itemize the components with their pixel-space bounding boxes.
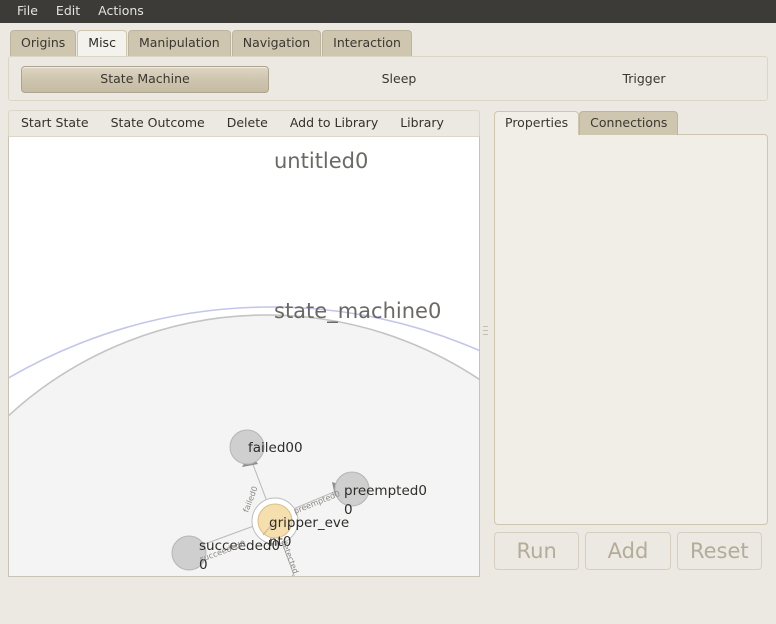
properties-pane: Properties Connections Run Add Reset — [490, 110, 768, 577]
content-area: State Machine Sleep Trigger Start State … — [0, 56, 776, 624]
editor-split: Start State State Outcome Delete Add to … — [8, 110, 768, 577]
menu-bar: File Edit Actions — [0, 0, 776, 23]
add-to-library-button[interactable]: Add to Library — [290, 117, 378, 130]
main-tab-strip: Origins Misc Manipulation Navigation Int… — [0, 23, 776, 55]
state-type-selector: State Machine Sleep Trigger — [8, 56, 768, 101]
type-button-sleep[interactable]: Sleep — [309, 66, 489, 93]
tab-properties[interactable]: Properties — [494, 111, 579, 135]
type-button-state-machine[interactable]: State Machine — [21, 66, 269, 93]
state-machine-graph[interactable]: untitled0 state_machine0 failed00 preemp… — [9, 137, 479, 577]
reset-button[interactable]: Reset — [677, 532, 762, 570]
delete-button[interactable]: Delete — [227, 117, 268, 130]
inner-state-label: state_machine0 — [274, 299, 441, 324]
state-outcome-button[interactable]: State Outcome — [111, 117, 205, 130]
run-button[interactable]: Run — [494, 532, 579, 570]
state-machine-editor-pane: Start State State Outcome Delete Add to … — [8, 110, 480, 577]
tab-manipulation[interactable]: Manipulation — [128, 30, 231, 56]
editor-toolbar: Start State State Outcome Delete Add to … — [8, 110, 480, 136]
state-machine-canvas[interactable]: untitled0 state_machine0 failed00 preemp… — [8, 136, 480, 577]
splitter-grip-icon[interactable] — [483, 326, 488, 335]
tab-origins[interactable]: Origins — [10, 30, 76, 56]
node-label-preempted0: preempted0 — [344, 483, 427, 499]
properties-content[interactable] — [494, 134, 768, 525]
pane-splitter[interactable] — [480, 110, 490, 577]
menu-item-edit[interactable]: Edit — [47, 2, 89, 21]
add-button[interactable]: Add — [585, 532, 670, 570]
type-button-trigger[interactable]: Trigger — [554, 66, 734, 93]
tab-navigation[interactable]: Navigation — [232, 30, 321, 56]
library-button[interactable]: Library — [400, 117, 444, 130]
action-button-row: Run Add Reset — [490, 525, 768, 577]
outer-state-label: untitled0 — [274, 149, 368, 173]
tab-interaction[interactable]: Interaction — [322, 30, 412, 56]
node-label-failed0: failed00 — [248, 440, 303, 456]
properties-tab-strip: Properties Connections — [490, 110, 768, 134]
menu-item-file[interactable]: File — [8, 2, 47, 21]
menu-item-actions[interactable]: Actions — [89, 2, 153, 21]
tab-connections[interactable]: Connections — [579, 111, 678, 135]
tab-misc[interactable]: Misc — [77, 30, 127, 56]
start-state-button[interactable]: Start State — [21, 117, 89, 130]
node-label-gripper-event0: gripper_eve — [269, 515, 349, 531]
